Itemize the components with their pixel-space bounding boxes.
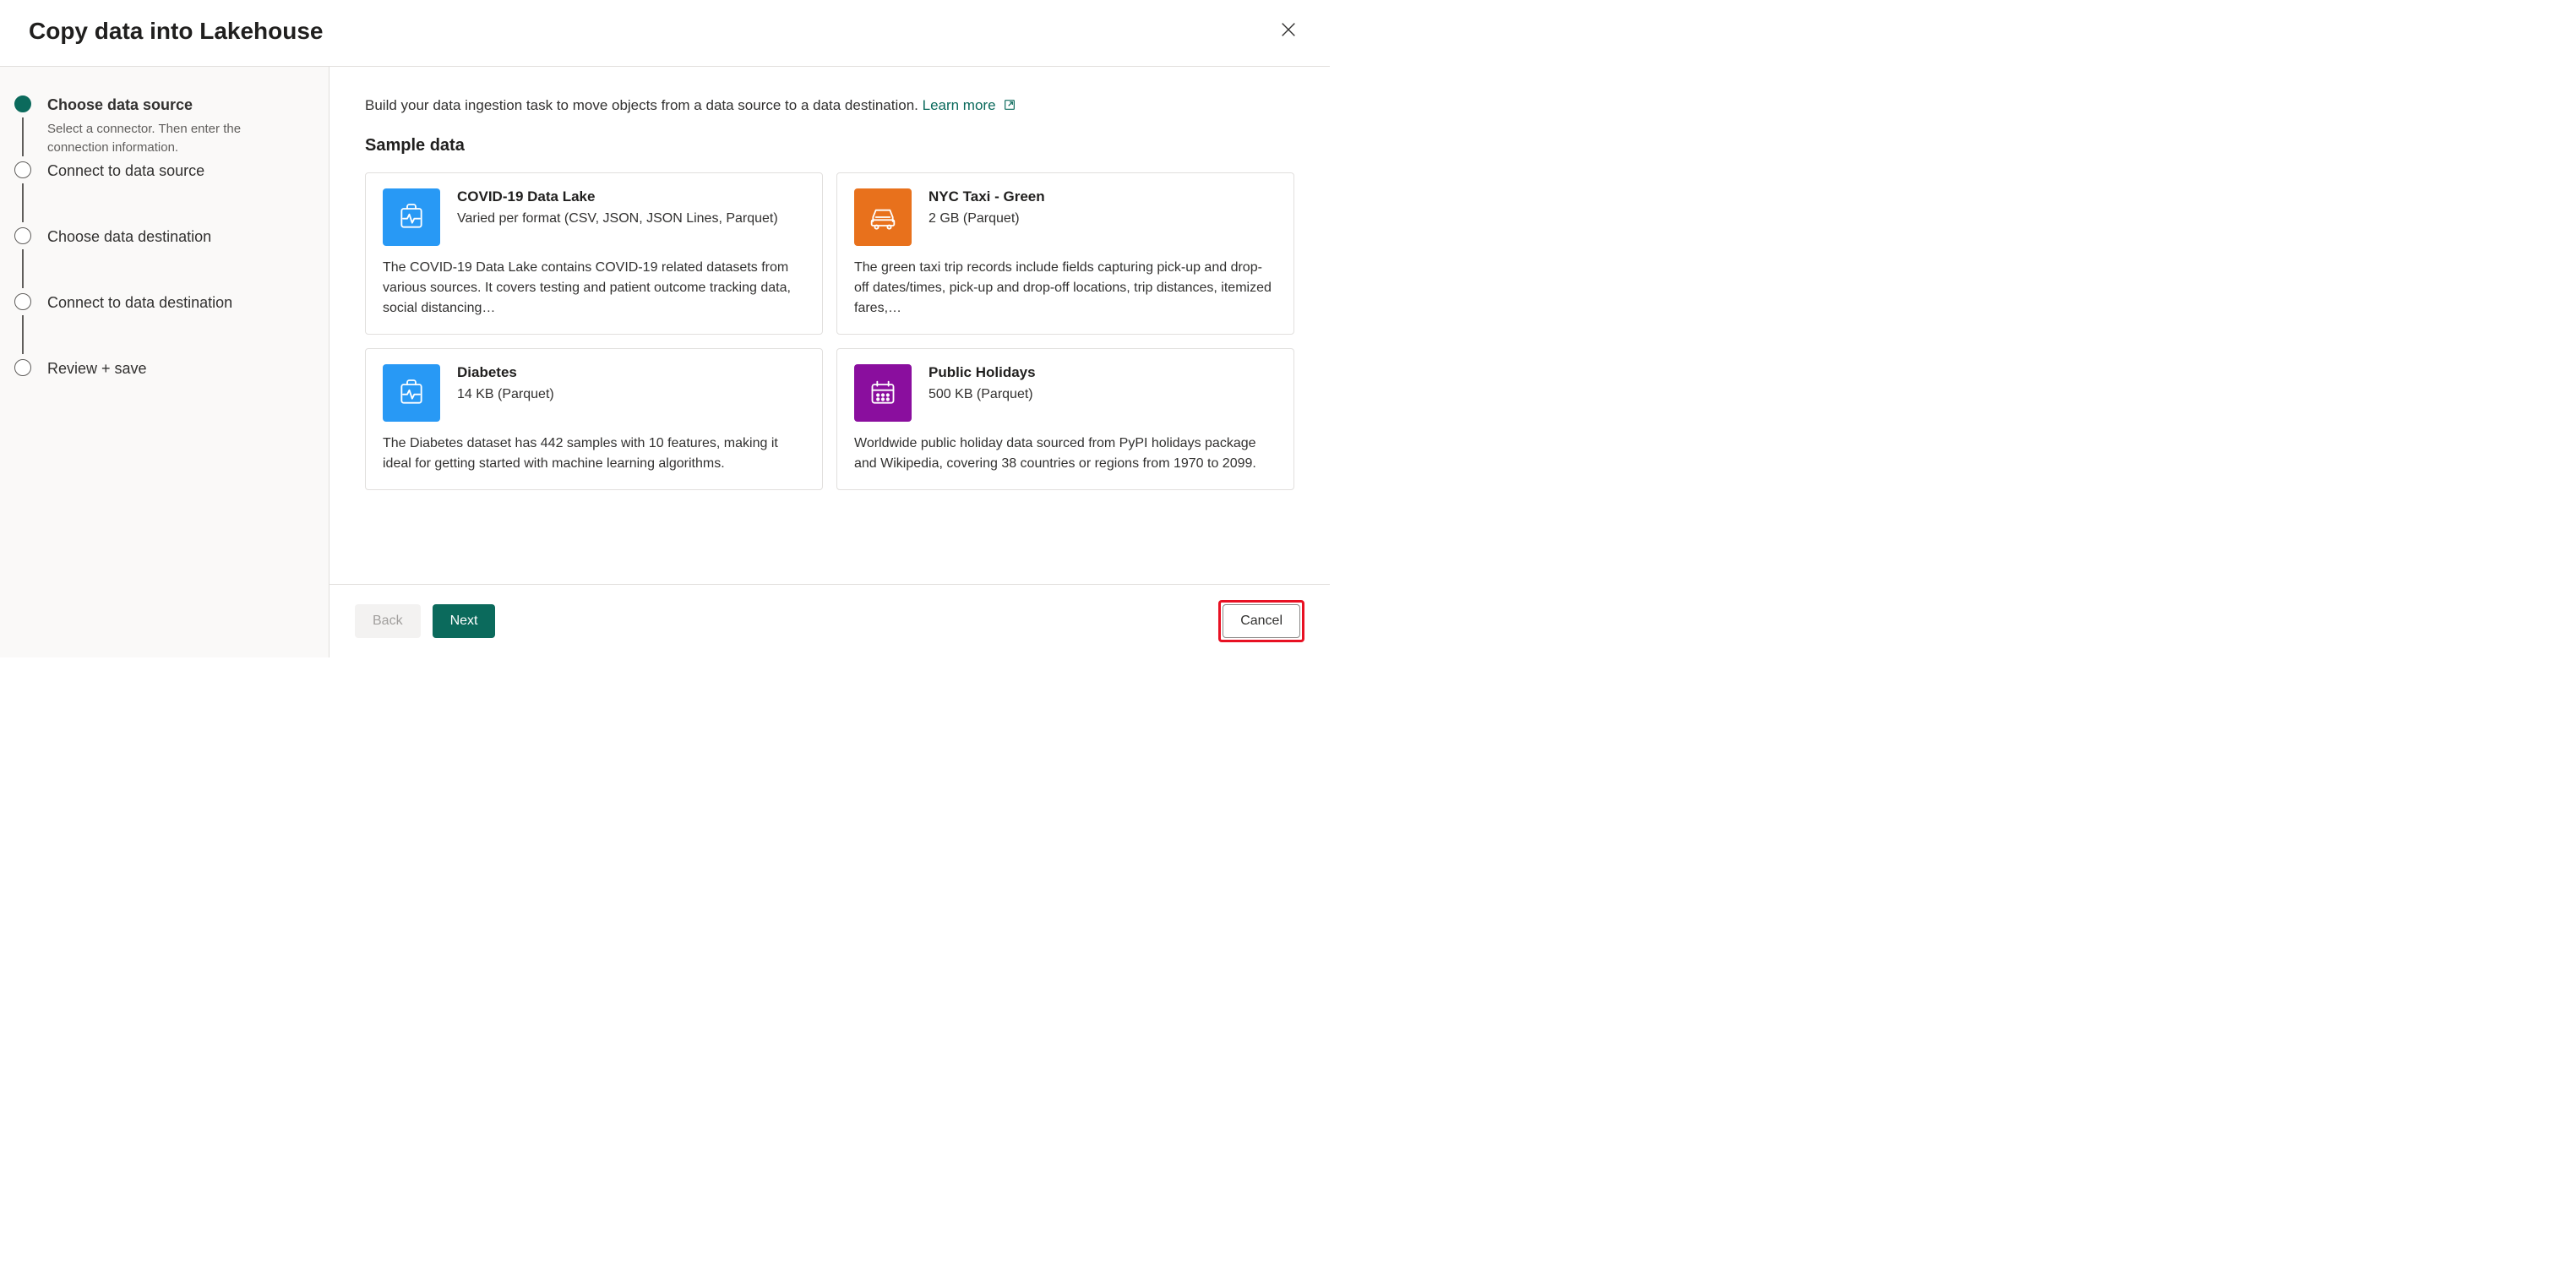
- step-title: Connect to data source: [47, 161, 204, 181]
- copy-data-dialog: Copy data into Lakehouse Choose data sou…: [0, 0, 1330, 657]
- step-title: Connect to data destination: [47, 293, 232, 313]
- wizard-steps: Choose data source Select a connector. T…: [0, 67, 329, 657]
- sample-data-cards: COVID-19 Data Lake Varied per format (CS…: [365, 172, 1294, 490]
- main-scroll[interactable]: Build your data ingestion task to move o…: [329, 67, 1330, 584]
- step-title: Choose data destination: [47, 227, 211, 247]
- calendar-icon: [854, 364, 912, 422]
- card-description: The green taxi trip records include fiel…: [854, 258, 1277, 319]
- card-description: Worldwide public holiday data sourced fr…: [854, 434, 1277, 474]
- step-review-save[interactable]: Review + save: [14, 359, 312, 379]
- close-button[interactable]: [1276, 17, 1301, 46]
- back-button: Back: [355, 604, 421, 638]
- health-icon: [383, 188, 440, 246]
- sample-card-diabetes[interactable]: Diabetes 14 KB (Parquet) The Diabetes da…: [365, 348, 823, 490]
- card-subtitle: 2 GB (Parquet): [929, 209, 1045, 228]
- sample-card-nyc-taxi[interactable]: NYC Taxi - Green 2 GB (Parquet) The gree…: [836, 172, 1294, 335]
- dialog-header: Copy data into Lakehouse: [0, 0, 1330, 67]
- card-subtitle: 14 KB (Parquet): [457, 385, 554, 404]
- dialog-title: Copy data into Lakehouse: [29, 18, 324, 45]
- health-icon: [383, 364, 440, 422]
- dialog-body: Choose data source Select a connector. T…: [0, 67, 1330, 657]
- intro-text-body: Build your data ingestion task to move o…: [365, 97, 923, 113]
- step-title: Choose data source: [47, 95, 301, 115]
- next-button[interactable]: Next: [433, 604, 496, 638]
- cancel-highlight: Cancel: [1218, 600, 1304, 642]
- step-connect-to-data-source[interactable]: Connect to data source: [14, 161, 312, 227]
- sample-card-covid19[interactable]: COVID-19 Data Lake Varied per format (CS…: [365, 172, 823, 335]
- sample-card-public-holidays[interactable]: Public Holidays 500 KB (Parquet) Worldwi…: [836, 348, 1294, 490]
- card-title: Diabetes: [457, 364, 554, 381]
- cancel-button[interactable]: Cancel: [1223, 604, 1300, 638]
- learn-more-link[interactable]: Learn more: [923, 97, 1017, 113]
- external-link-icon: [1003, 98, 1016, 112]
- card-description: The Diabetes dataset has 442 samples wit…: [383, 434, 805, 474]
- taxi-icon: [854, 188, 912, 246]
- main-panel: Build your data ingestion task to move o…: [329, 67, 1330, 657]
- learn-more-label: Learn more: [923, 97, 996, 113]
- step-marker-icon: [14, 227, 31, 244]
- step-marker-icon: [14, 359, 31, 376]
- card-subtitle: 500 KB (Parquet): [929, 385, 1036, 404]
- step-choose-data-destination[interactable]: Choose data destination: [14, 227, 312, 293]
- card-subtitle: Varied per format (CSV, JSON, JSON Lines…: [457, 209, 778, 228]
- sample-data-heading: Sample data: [365, 136, 1294, 155]
- card-description: The COVID-19 Data Lake contains COVID-19…: [383, 258, 805, 319]
- step-connect-to-data-destination[interactable]: Connect to data destination: [14, 293, 312, 359]
- dialog-footer: Back Next Cancel: [329, 584, 1330, 657]
- close-icon: [1279, 20, 1298, 39]
- intro-text: Build your data ingestion task to move o…: [365, 97, 1294, 114]
- step-marker-active-icon: [14, 95, 31, 112]
- card-title: Public Holidays: [929, 364, 1036, 381]
- card-title: COVID-19 Data Lake: [457, 188, 778, 205]
- step-marker-icon: [14, 161, 31, 178]
- step-title: Review + save: [47, 359, 147, 379]
- step-marker-icon: [14, 293, 31, 310]
- step-choose-data-source[interactable]: Choose data source Select a connector. T…: [14, 95, 312, 161]
- card-title: NYC Taxi - Green: [929, 188, 1045, 205]
- step-description: Select a connector. Then enter the conne…: [47, 120, 301, 157]
